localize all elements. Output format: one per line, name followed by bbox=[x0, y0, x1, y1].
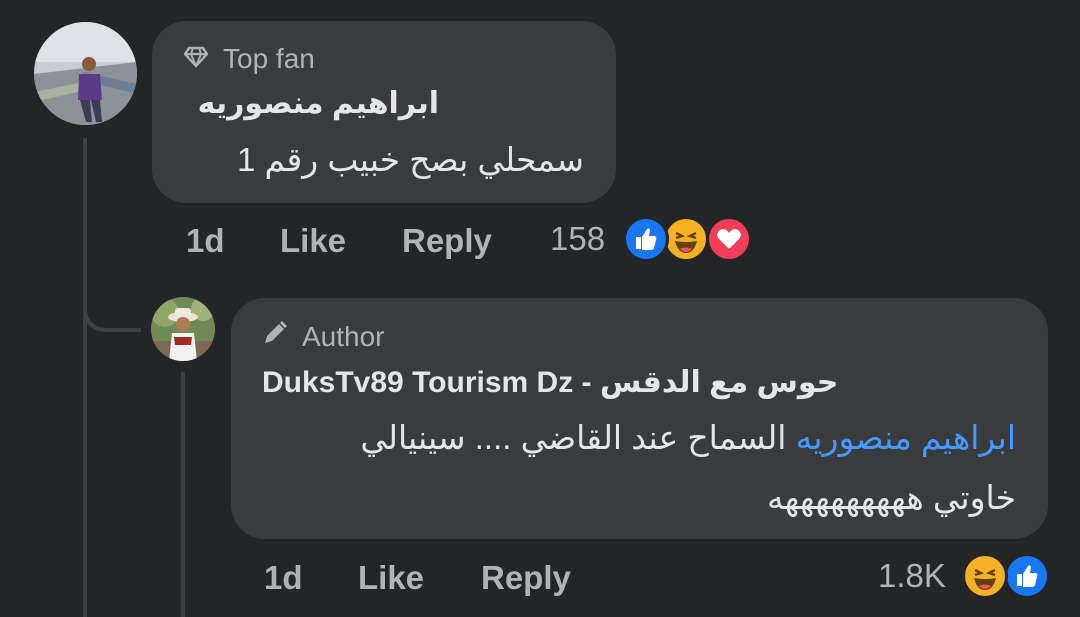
commenter-avatar[interactable] bbox=[34, 22, 137, 125]
haha-icon bbox=[962, 553, 1008, 599]
comment-author-name[interactable]: ابراهيم منصوريه bbox=[198, 86, 439, 121]
like-icon bbox=[623, 216, 669, 262]
top-fan-badge: Top fan bbox=[183, 43, 315, 75]
diamond-icon bbox=[183, 43, 209, 75]
comment-reply-button[interactable]: Reply bbox=[402, 222, 492, 260]
reply-text-continuation: السماح عند القاضي .... سينيالي bbox=[360, 419, 796, 456]
comment-text: سمحلي بصح خبيب رقم 1 bbox=[237, 141, 584, 178]
reply-timestamp[interactable]: 1d bbox=[264, 559, 303, 597]
comment-like-button[interactable]: Like bbox=[280, 222, 346, 260]
reply-text-line-1: ابراهيم منصوريه السماح عند القاضي .... س… bbox=[360, 418, 1016, 457]
thread-line-connector bbox=[83, 292, 141, 332]
badge-label: Top fan bbox=[223, 43, 315, 74]
haha-icon bbox=[663, 216, 709, 262]
pencil-icon bbox=[262, 320, 288, 353]
thread-line-main bbox=[83, 138, 87, 617]
like-icon bbox=[1004, 553, 1050, 599]
reply-author-avatar[interactable] bbox=[151, 297, 215, 361]
reply-text-line-2: خاوتي هههههههههه bbox=[766, 479, 1016, 516]
comment-timestamp[interactable]: 1d bbox=[186, 222, 225, 260]
author-badge: Author bbox=[262, 320, 385, 353]
thread-line-reply bbox=[181, 372, 185, 617]
reply-author-name[interactable]: DuksTv89 Tourism Dz - حوس مع الدقس bbox=[262, 365, 838, 400]
mention-link[interactable]: ابراهيم منصوريه bbox=[796, 419, 1016, 456]
reply-like-button[interactable]: Like bbox=[358, 559, 424, 597]
comment-reaction-count[interactable]: 158 bbox=[550, 220, 605, 258]
reply-reply-button[interactable]: Reply bbox=[481, 559, 571, 597]
badge-label: Author bbox=[302, 320, 385, 352]
love-icon bbox=[706, 216, 752, 262]
reply-reaction-count[interactable]: 1.8K bbox=[878, 557, 946, 595]
